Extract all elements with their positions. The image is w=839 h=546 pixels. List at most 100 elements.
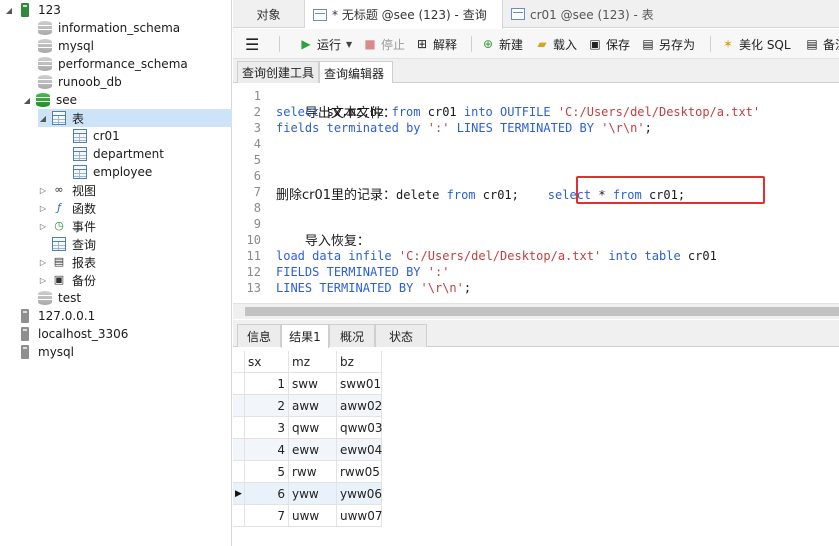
tree-item-backups-folder[interactable]: ▷ ▣ 备份: [38, 271, 96, 289]
cell-bz[interactable]: aww02: [337, 395, 382, 417]
navigation-tree[interactable]: ◢ 123 information_schema mysql performan…: [0, 0, 232, 546]
tree-item-db-performance-schema[interactable]: performance_schema: [38, 55, 188, 73]
cell-mz[interactable]: uww: [289, 505, 337, 527]
cell-mz[interactable]: yww: [289, 483, 337, 505]
cell-sx[interactable]: 4: [245, 439, 289, 461]
cell-bz[interactable]: qww03: [337, 417, 383, 439]
row-indicator[interactable]: [233, 395, 245, 417]
tree-item-reports-folder[interactable]: ▷ ▤ 报表: [38, 253, 96, 271]
row-indicator[interactable]: [233, 417, 245, 439]
cell-sx[interactable]: 3: [245, 417, 289, 439]
tree-item-connection-123[interactable]: ◢ 123: [4, 1, 61, 19]
code-text: sx,mz,bz: [319, 105, 392, 119]
tab-status[interactable]: 状态: [375, 324, 427, 347]
code-text: cr01: [680, 249, 717, 263]
collapse-arrow-icon[interactable]: ◢: [38, 114, 48, 123]
menu-button[interactable]: ☰: [245, 35, 259, 54]
sql-keyword: LINES: [276, 281, 313, 295]
tree-item-table-cr01[interactable]: cr01: [73, 127, 120, 145]
tree-item-queries-folder[interactable]: 查询: [52, 235, 96, 253]
tree-item-db-information-schema[interactable]: information_schema: [38, 19, 180, 37]
result-tabs: 信息 结果1 概况 状态: [233, 320, 839, 348]
cell-mz[interactable]: rww: [289, 461, 337, 483]
editor-horizontal-scrollbar[interactable]: [233, 303, 839, 319]
tab-profile[interactable]: 概况: [329, 324, 375, 347]
cell-mz[interactable]: aww: [289, 395, 337, 417]
cell-sx[interactable]: 5: [245, 461, 289, 483]
tree-item-functions-folder[interactable]: ▷ ƒ 函数: [38, 199, 96, 217]
save-button[interactable]: ▣ 保存: [588, 35, 630, 53]
query-icon: [52, 237, 66, 251]
tree-item-connection-localhost-3306[interactable]: localhost_3306: [18, 325, 128, 343]
expand-arrow-icon[interactable]: ▷: [38, 204, 48, 213]
row-indicator[interactable]: [233, 439, 245, 461]
cell-bz[interactable]: eww04: [337, 439, 382, 461]
new-button[interactable]: ⊕ 新建: [481, 35, 523, 53]
expand-arrow-icon[interactable]: ▷: [38, 222, 48, 231]
chevron-down-icon[interactable]: ▼: [346, 40, 352, 49]
result-grid[interactable]: sx mz bz 1 sww sww01 2 aww aww02 3 qww q…: [233, 348, 839, 546]
explain-label: 解释: [433, 37, 458, 52]
collapse-arrow-icon[interactable]: ◢: [4, 6, 14, 15]
cell-bz[interactable]: sww01: [337, 373, 382, 395]
row-indicator[interactable]: [233, 373, 245, 395]
toolbar-separator: [471, 36, 472, 52]
explain-button[interactable]: ⊞ 解释: [415, 35, 457, 53]
sql-keyword: table: [644, 249, 681, 263]
scrollbar-thumb[interactable]: [245, 307, 839, 316]
tree-item-db-mysql[interactable]: mysql: [38, 37, 94, 55]
cell-bz[interactable]: rww05: [337, 461, 382, 483]
tree-item-db-see[interactable]: ◢ see: [22, 91, 77, 109]
cell-bz[interactable]: uww07: [337, 505, 383, 527]
cell-sx[interactable]: 6: [245, 483, 289, 505]
new-query-icon: ⊕: [482, 37, 494, 51]
tree-item-label: 123: [38, 3, 61, 17]
sql-editor[interactable]: 1 2 3 4 5 6 7 8 9 10 11 12 13 导出文本文件： se…: [233, 83, 839, 303]
cell-mz[interactable]: qww: [289, 417, 337, 439]
tab-query-builder[interactable]: 查询创建工具: [237, 61, 319, 83]
cell-sx[interactable]: 2: [245, 395, 289, 417]
tree-item-label: see: [56, 93, 78, 107]
tab-query-untitled[interactable]: * 无标题 @see (123) - 查询: [305, 0, 503, 29]
clock-icon: ◷: [54, 219, 64, 232]
beautify-sql-button[interactable]: ✶ 美化 SQL: [721, 35, 791, 53]
cell-mz[interactable]: sww: [289, 373, 337, 395]
tree-item-events-folder[interactable]: ▷ ◷ 事件: [38, 217, 96, 235]
load-button[interactable]: ▰ 载入: [535, 35, 577, 53]
cell-bz[interactable]: yww06: [337, 483, 382, 505]
tab-query-editor[interactable]: 查询编辑器: [319, 61, 393, 84]
cell-sx[interactable]: 1: [245, 373, 289, 395]
column-header-mz[interactable]: mz: [289, 351, 337, 373]
row-indicator[interactable]: [233, 461, 245, 483]
tree-item-tables-folder[interactable]: ◢ 表: [38, 109, 232, 127]
stop-button[interactable]: ■ 停止: [363, 35, 405, 53]
tree-item-table-employee[interactable]: employee: [73, 163, 152, 181]
column-header-sx[interactable]: sx: [245, 351, 289, 373]
cell-sx[interactable]: 7: [245, 505, 289, 527]
tab-objects[interactable]: 对象: [233, 0, 305, 28]
run-button[interactable]: ▶ 运行 ▼: [299, 35, 352, 53]
row-indicator[interactable]: [233, 505, 245, 527]
column-header-bz[interactable]: bz: [337, 351, 382, 373]
cell-mz[interactable]: eww: [289, 439, 337, 461]
line-number: 9: [253, 217, 261, 231]
tree-item-views-folder[interactable]: ▷ ∞ 视图: [38, 181, 96, 199]
tree-item-connection-mysql[interactable]: mysql: [18, 343, 74, 361]
tree-item-db-test[interactable]: test: [38, 289, 81, 307]
tab-info[interactable]: 信息: [237, 324, 281, 347]
tree-item-label: cr01: [93, 129, 120, 143]
comment-button[interactable]: ▤ 备注: [805, 35, 839, 53]
expand-arrow-icon[interactable]: ▷: [38, 186, 48, 195]
tree-item-db-runoob-db[interactable]: runoob_db: [38, 73, 122, 91]
current-row-arrow-icon[interactable]: ▶: [233, 483, 245, 505]
tab-result1[interactable]: 结果1: [281, 324, 329, 348]
comment-icon: ▤: [806, 37, 818, 51]
expand-arrow-icon[interactable]: ▷: [38, 276, 48, 285]
save-as-button[interactable]: ▤ 另存为: [641, 35, 695, 53]
tree-item-table-department[interactable]: department: [73, 145, 164, 163]
tab-table-cr01[interactable]: cr01 @see (123) - 表: [503, 0, 673, 28]
collapse-arrow-icon[interactable]: ◢: [22, 96, 32, 105]
expand-arrow-icon[interactable]: ▷: [38, 258, 48, 267]
tree-item-connection-127-0-0-1[interactable]: 127.0.0.1: [18, 307, 95, 325]
